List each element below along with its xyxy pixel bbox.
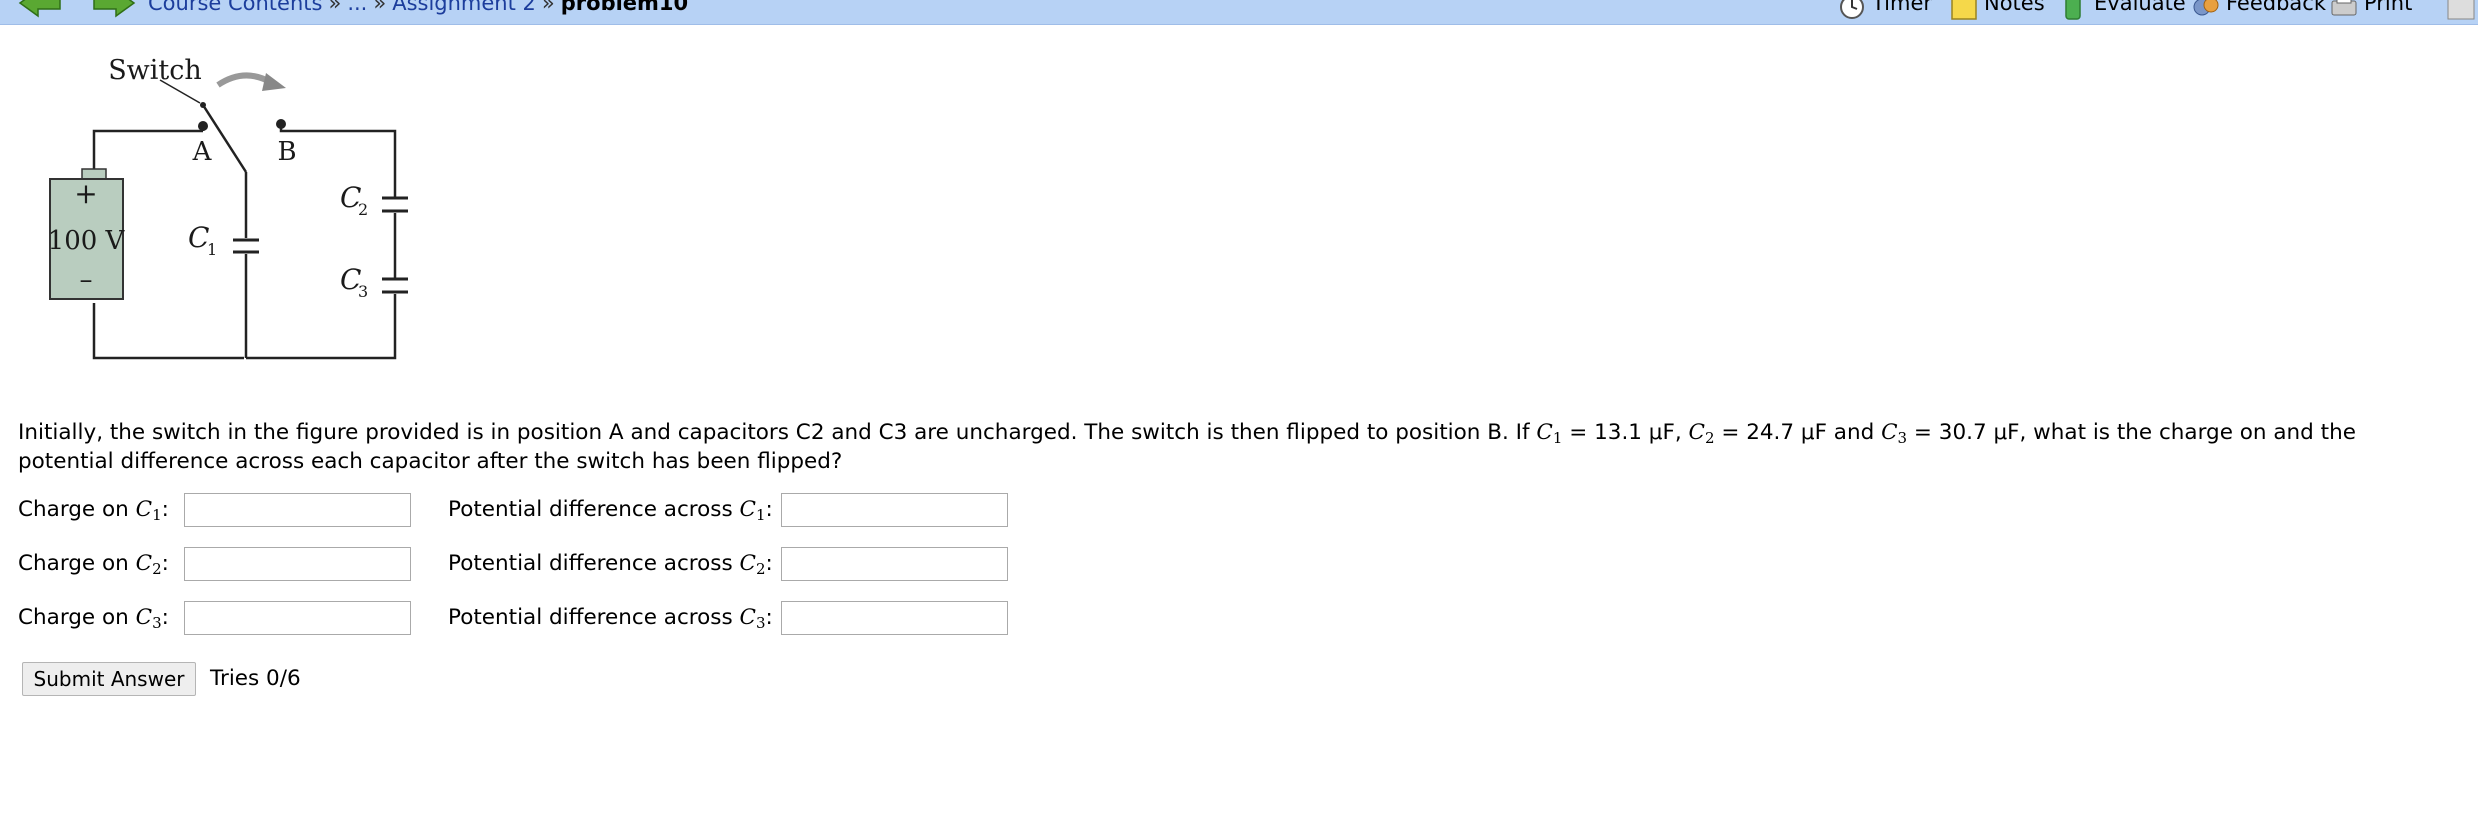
feedback-label: Feedback	[2226, 0, 2327, 15]
potential-label-c2: Potential difference across C2:	[448, 551, 773, 578]
charge-label-c1: Charge on C1:	[18, 497, 169, 524]
potential-input-c3[interactable]	[781, 601, 1008, 635]
top-navigation-bar: Course Contents »... » Assignment 2 » problem…	[0, 0, 2478, 25]
feedback-icon	[2193, 0, 2219, 16]
position-a-label: A	[192, 137, 213, 167]
position-b-label: B	[277, 137, 296, 167]
charge-input-c1[interactable]	[184, 493, 411, 527]
print-icon	[2331, 0, 2357, 16]
c2-value: = 24.7 μF and	[1714, 420, 1882, 445]
charge-label-c3: Charge on C3:	[18, 605, 169, 632]
math-c1: C1	[1536, 420, 1563, 447]
potential-input-c2[interactable]	[781, 547, 1008, 581]
submit-answer-button[interactable]: Submit Answer	[22, 662, 196, 696]
toolbar: Timer Notes Evaluate Feedback Print	[1838, 0, 2478, 24]
clock-icon	[1840, 0, 1864, 19]
notes-button[interactable]: Notes	[1950, 0, 2045, 21]
forward-arrow-icon[interactable]	[92, 0, 136, 18]
feedback-button[interactable]: Feedback	[2192, 0, 2326, 21]
switch-label: Switch	[108, 55, 202, 86]
print-button[interactable]: Print	[2330, 0, 2412, 21]
switch-contact-a	[198, 121, 208, 131]
charge-input-c2[interactable]	[184, 547, 411, 581]
battery-minus-label: –	[80, 265, 93, 295]
battery-plus-label: +	[74, 177, 97, 210]
breadcrumb-separator: »	[328, 0, 342, 15]
potential-label-c3: Potential difference across C3:	[448, 605, 773, 632]
evaluate-label: Evaluate	[2094, 0, 2186, 15]
charge-input-c3[interactable]	[184, 601, 411, 635]
question-text: Initially, the switch in the figure prov…	[18, 418, 2458, 476]
breadcrumb-ellipsis[interactable]: ...	[347, 0, 367, 15]
tries-counter: Tries 0/6	[210, 666, 301, 691]
back-arrow-icon[interactable]	[18, 0, 62, 18]
c1-value: = 13.1 μF,	[1562, 420, 1689, 445]
timer-button[interactable]: Timer	[1838, 0, 1932, 21]
breadcrumb-course-contents[interactable]: Course Contents	[148, 0, 322, 15]
c1-subscript: 1	[207, 240, 217, 259]
c3-subscript: 3	[358, 282, 368, 301]
battery-voltage-label: 100 V	[48, 226, 126, 256]
help-icon[interactable]	[2446, 0, 2476, 21]
circuit-figure: + 100 V – Switch A B C 1 C 2 C 3	[48, 55, 408, 360]
wire-bottom-left	[92, 303, 244, 360]
breadcrumb-separator: »	[373, 0, 387, 15]
switch-contact-b	[276, 119, 286, 129]
wire-b-top	[279, 125, 397, 197]
evaluate-icon	[2065, 0, 2081, 20]
wire-bottom-right	[246, 294, 397, 360]
notes-label: Notes	[1984, 0, 2045, 15]
timer-label: Timer	[1872, 0, 1933, 15]
breadcrumb-assignment[interactable]: Assignment 2	[392, 0, 536, 15]
evaluate-button[interactable]: Evaluate	[2060, 0, 2186, 21]
print-label: Print	[2364, 0, 2413, 15]
c2-subscript: 2	[358, 200, 368, 219]
breadcrumb: Course Contents »... » Assignment 2 » problem…	[148, 0, 688, 15]
note-icon	[1951, 0, 1977, 20]
breadcrumb-current: problem10	[560, 0, 689, 15]
question-part1: Initially, the switch in the figure prov…	[18, 420, 1537, 445]
wire-top-left	[92, 129, 203, 178]
potential-input-c1[interactable]	[781, 493, 1008, 527]
potential-label-c1: Potential difference across C1:	[448, 497, 773, 524]
breadcrumb-separator: »	[541, 0, 555, 15]
charge-label-c2: Charge on C2:	[18, 551, 169, 578]
math-c3: C3	[1881, 420, 1908, 447]
math-c2: C2	[1688, 420, 1715, 447]
switch-flip-arrowhead	[262, 73, 286, 91]
